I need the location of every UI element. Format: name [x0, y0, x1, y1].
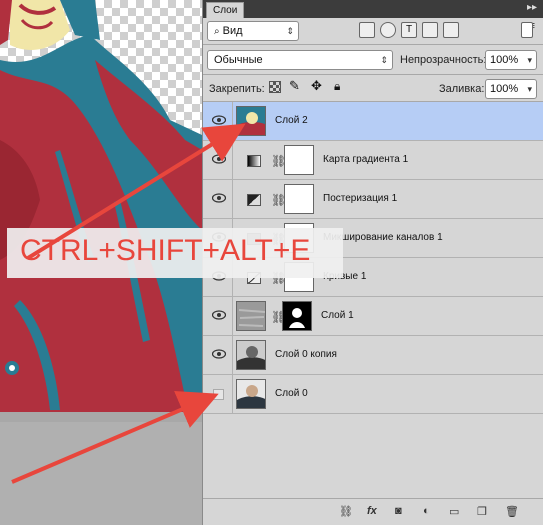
filter-kind-label: Вид: [222, 25, 243, 37]
layer-thumbnail: [236, 379, 266, 409]
gradient-map-icon: [247, 155, 261, 167]
divider: [232, 336, 233, 375]
eye-icon[interactable]: [212, 154, 226, 164]
layer-row[interactable]: ⛓︎ Слой 1: [203, 297, 543, 336]
search-icon: ⌕: [214, 26, 220, 37]
blend-mode-value: Обычные: [214, 54, 263, 66]
filter-adjustment-icon[interactable]: [380, 22, 396, 38]
divider: [232, 375, 233, 414]
blend-mode-select[interactable]: Обычные ⇕: [207, 50, 393, 70]
layer-thumbnail: [236, 340, 266, 370]
filter-toggle-icon[interactable]: [521, 22, 533, 38]
lock-transparent-icon[interactable]: [269, 81, 281, 93]
divider: [232, 102, 233, 141]
filter-kind-select[interactable]: ⌕ Вид ⇕: [207, 21, 299, 41]
divider: [232, 141, 233, 180]
layer-name: Слой 0 копия: [275, 349, 337, 360]
fx-button[interactable]: fx: [367, 505, 377, 517]
link-icon[interactable]: ⛓︎: [339, 505, 353, 518]
layer-name: Карта градиента 1: [323, 154, 409, 165]
lock-paint-icon[interactable]: ✎: [289, 78, 300, 94]
eye-icon[interactable]: [212, 193, 226, 203]
divider: [232, 180, 233, 219]
opacity-value: 100%: [490, 54, 519, 66]
shortcut-caption: CTRL+SHIFT+ALT+E: [7, 228, 343, 278]
filter-shape-icon[interactable]: [422, 22, 438, 38]
layer-row[interactable]: Слой 2: [203, 102, 543, 141]
layer-mask-thumbnail[interactable]: [282, 301, 312, 331]
layer-row[interactable]: ⛓︎ Постеризация 1: [203, 180, 543, 219]
layer-mask-thumbnail[interactable]: [284, 184, 314, 214]
fill-label: Заливка:: [439, 83, 485, 95]
layer-name: Слой 2: [275, 115, 308, 126]
panel-footer: ⛓︎ fx ◙ ◐ ▭ ❐ 🗑︎: [203, 498, 543, 525]
tab-layers[interactable]: Слои: [206, 2, 245, 18]
divider: [203, 44, 543, 45]
eye-icon[interactable]: [212, 349, 226, 359]
opacity-label: Непрозрачность:: [400, 54, 487, 66]
filter-type-icon[interactable]: T: [401, 22, 417, 38]
trash-icon[interactable]: 🗑︎: [505, 505, 519, 518]
layer-thumbnail: [236, 301, 266, 331]
layer-row[interactable]: ⛓︎ Карта градиента 1: [203, 141, 543, 180]
layer-row[interactable]: Слой 0 копия: [203, 336, 543, 375]
divider: [232, 297, 233, 336]
chevron-updown-icon: ⇕: [380, 55, 388, 65]
posterize-icon: [247, 194, 261, 206]
eye-icon[interactable]: [212, 115, 226, 125]
fill-value: 100%: [490, 83, 519, 95]
posterized-artwork: [0, 0, 202, 422]
eye-icon[interactable]: [212, 310, 226, 320]
layer-thumbnail: [236, 106, 266, 136]
shortcut-text: CTRL+SHIFT+ALT+E: [20, 234, 311, 267]
layer-mask-thumbnail[interactable]: [284, 145, 314, 175]
layer-name: Слой 0: [275, 388, 308, 399]
fill-field[interactable]: 100% ▾: [485, 79, 537, 99]
layer-row[interactable]: Слой 0: [203, 375, 543, 414]
layer-name: Слой 1: [321, 310, 354, 321]
visibility-toggle-empty[interactable]: [213, 389, 224, 400]
opacity-field[interactable]: 100% ▾: [485, 50, 537, 70]
lock-label: Закрепить:: [209, 83, 265, 95]
chevron-down-icon: ▾: [527, 84, 532, 94]
add-mask-icon[interactable]: ◙: [395, 505, 402, 517]
lock-position-icon[interactable]: ✥: [311, 78, 322, 94]
layer-name: Постеризация 1: [323, 193, 398, 204]
panel-titlebar: Слои ▸▸: [203, 0, 543, 18]
divider: [203, 74, 543, 75]
chevron-down-icon: ▾: [527, 55, 532, 65]
filter-smartobject-icon[interactable]: [443, 22, 459, 38]
chevron-updown-icon: ⇕: [286, 26, 294, 36]
lock-all-icon[interactable]: 🔒︎: [334, 79, 340, 94]
new-group-icon[interactable]: ▭: [449, 505, 459, 518]
collapse-icon[interactable]: ▸▸: [527, 2, 537, 13]
filter-pixel-icon[interactable]: [359, 22, 375, 38]
adjustment-layer-icon[interactable]: ◐: [423, 505, 430, 517]
new-layer-icon[interactable]: ❐: [477, 505, 487, 518]
